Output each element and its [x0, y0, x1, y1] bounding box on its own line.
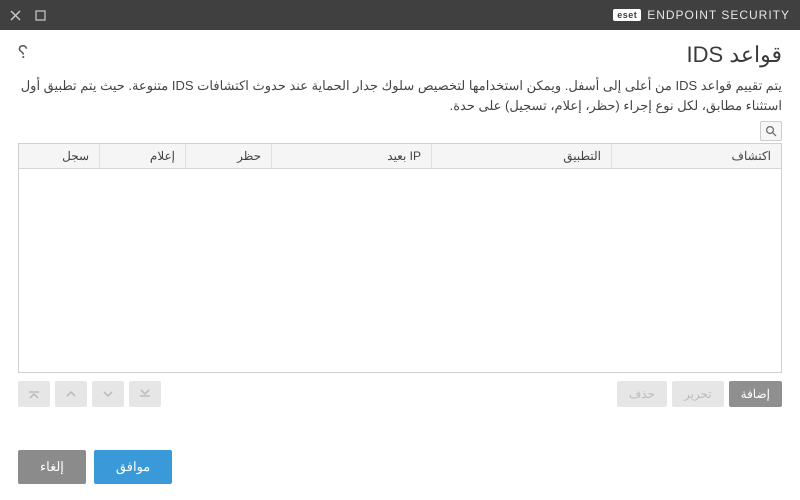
col-remote-ip[interactable]: IP بعيد: [271, 144, 431, 168]
search-button[interactable]: [760, 121, 782, 141]
page-title: قواعد IDS: [687, 42, 782, 68]
move-down-button: [92, 381, 124, 407]
brand-name: ENDPOINT SECURITY: [647, 8, 790, 22]
delete-button: حذف: [617, 381, 667, 407]
cancel-button[interactable]: إلغاء: [18, 450, 86, 484]
col-log[interactable]: سجل: [19, 144, 99, 168]
brand-badge: eset: [613, 9, 641, 21]
col-block[interactable]: حظر: [185, 144, 271, 168]
edit-button: تحرير: [672, 381, 724, 407]
move-up-button: [55, 381, 87, 407]
col-application[interactable]: التطبيق: [431, 144, 611, 168]
table-body: [19, 169, 781, 372]
close-icon[interactable]: [10, 10, 21, 21]
chevron-up-icon: [64, 388, 78, 400]
col-detection[interactable]: اكتشاف: [611, 144, 781, 168]
help-icon[interactable]: ?: [18, 42, 28, 63]
ok-button[interactable]: موافق: [94, 450, 172, 484]
brand: eset ENDPOINT SECURITY: [613, 8, 790, 22]
col-notify[interactable]: إعلام: [99, 144, 185, 168]
chevron-down-icon: [101, 388, 115, 400]
titlebar: eset ENDPOINT SECURITY: [0, 0, 800, 30]
add-button[interactable]: إضافة: [729, 381, 782, 407]
chevron-bottom-icon: [138, 388, 152, 400]
table-header: اكتشاف التطبيق IP بعيد حظر إعلام سجل: [19, 144, 781, 169]
move-bottom-button: [129, 381, 161, 407]
maximize-icon[interactable]: [35, 10, 46, 21]
move-top-button: [18, 381, 50, 407]
rules-table: اكتشاف التطبيق IP بعيد حظر إعلام سجل: [18, 143, 782, 373]
chevron-top-icon: [27, 388, 41, 400]
page-description: يتم تقييم قواعد IDS من أعلى إلى أسفل. وي…: [18, 76, 782, 115]
search-icon: [765, 125, 777, 137]
